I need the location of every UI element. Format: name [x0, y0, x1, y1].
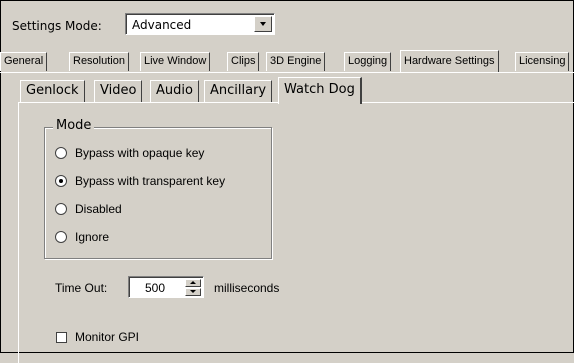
tab-ancillary[interactable]: Ancillary	[204, 80, 273, 102]
settings-mode-label: Settings Mode:	[12, 19, 102, 33]
spin-down-icon[interactable]	[185, 288, 201, 296]
radio-disabled[interactable]: Disabled	[55, 200, 122, 218]
tab-general[interactable]: General	[0, 52, 48, 71]
tab-clips[interactable]: Clips	[227, 52, 260, 71]
timeout-stepper[interactable]: 500	[128, 276, 204, 298]
monitor-gpi-checkbox-row[interactable]: Monitor GPI	[56, 330, 139, 344]
spin-buttons	[185, 279, 201, 296]
radio-label: Ignore	[75, 230, 110, 244]
timeout-label: Time Out:	[55, 281, 108, 295]
spin-up-icon[interactable]	[185, 279, 201, 287]
tab-licensing[interactable]: Licensing	[515, 52, 570, 71]
radio-button[interactable]	[55, 203, 67, 215]
radio-label: Bypass with transparent key	[75, 174, 226, 188]
radio-label: Bypass with opaque key	[75, 146, 205, 160]
chevron-down-icon[interactable]	[254, 16, 272, 32]
radio-bypass-transparent[interactable]: Bypass with transparent key	[55, 172, 225, 190]
settings-mode-value: Advanced	[132, 18, 192, 32]
monitor-gpi-checkbox[interactable]	[56, 331, 67, 343]
timeout-value[interactable]: 500	[145, 281, 165, 295]
tab-video[interactable]: Video	[94, 80, 143, 102]
radio-label: Disabled	[75, 202, 122, 216]
radio-button[interactable]	[55, 147, 67, 159]
tab-live-window[interactable]: Live Window	[140, 52, 211, 71]
tab-audio[interactable]: Audio	[150, 80, 199, 102]
tab-hardware-settings[interactable]: Hardware Settings	[400, 50, 499, 72]
radio-button-selected[interactable]	[55, 175, 67, 187]
radio-ignore[interactable]: Ignore	[55, 228, 109, 246]
tab-logging[interactable]: Logging	[344, 52, 392, 71]
tab-genlock[interactable]: Genlock	[20, 80, 85, 102]
timeout-unit-label: milliseconds	[214, 281, 280, 295]
outer-tab-divider	[0, 72, 574, 73]
radio-button[interactable]	[55, 231, 67, 243]
monitor-gpi-label: Monitor GPI	[75, 330, 140, 344]
tab-resolution[interactable]: Resolution	[69, 52, 129, 71]
settings-mode-dropdown[interactable]: Advanced	[125, 13, 275, 35]
tab-3d-engine[interactable]: 3D Engine	[266, 52, 326, 71]
inner-tab-strip: Genlock Video Audio Ancillary Watch Dog	[0, 77, 574, 104]
outer-tab-strip: General Resolution Live Window Clips 3D …	[0, 50, 574, 72]
tab-watch-dog[interactable]: Watch Dog	[278, 77, 362, 104]
mode-group-title: Mode	[53, 118, 95, 133]
radio-bypass-opaque[interactable]: Bypass with opaque key	[55, 144, 204, 162]
